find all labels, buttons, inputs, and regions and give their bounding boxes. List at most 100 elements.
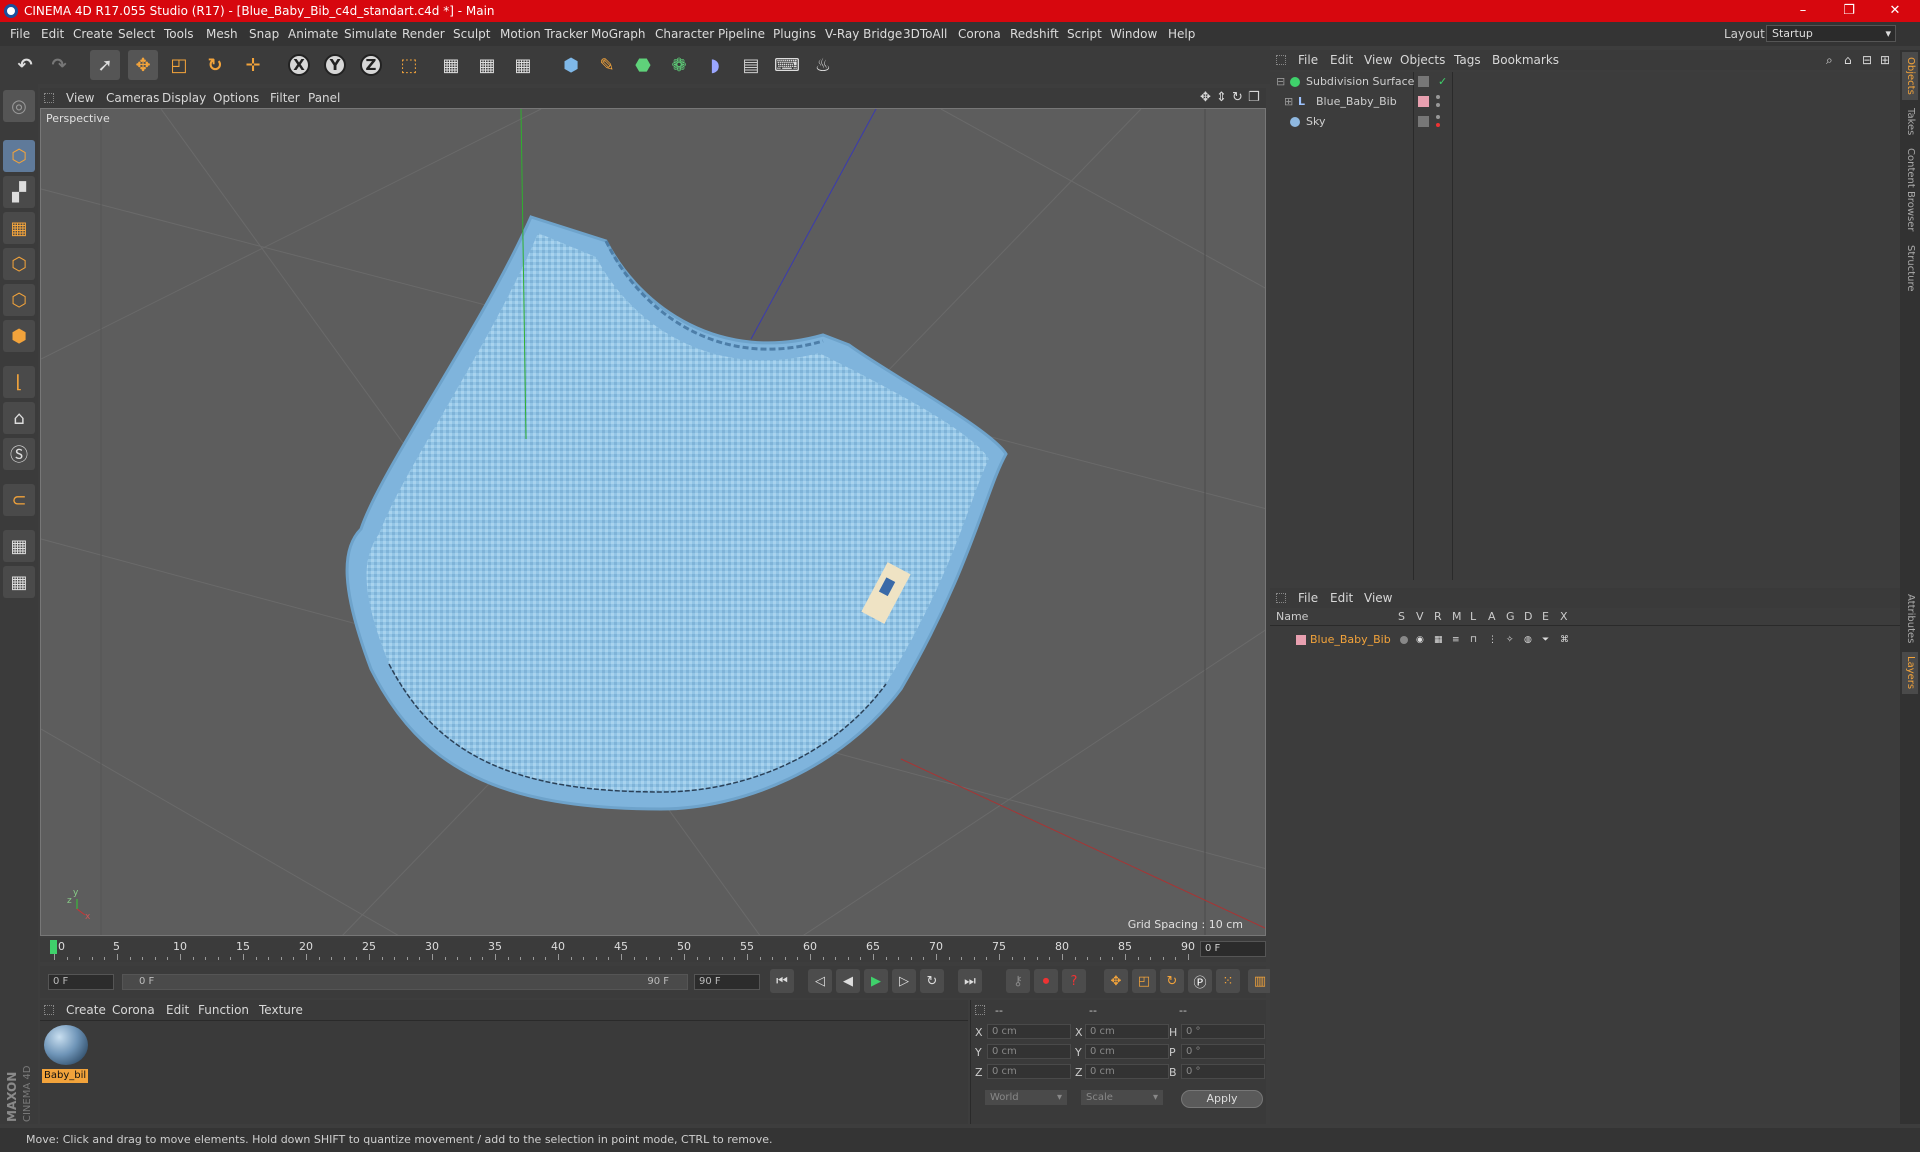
solo-toggle-icon[interactable] <box>1400 636 1408 644</box>
tab-objects[interactable]: Objects <box>1902 52 1918 100</box>
viewport-menu-options[interactable]: Options <box>213 88 259 108</box>
add-array-button[interactable]: ❁ <box>664 50 694 80</box>
expressions-toggle-icon[interactable]: ⏷ <box>1542 632 1549 648</box>
menu-select[interactable]: Select <box>118 22 155 46</box>
end-frame-field[interactable]: 90 F <box>694 974 760 990</box>
render-visibility-dot[interactable] <box>1436 103 1440 107</box>
add-camera-button[interactable]: ⌨ <box>772 50 802 80</box>
material-menu-texture[interactable]: Texture <box>259 1000 303 1020</box>
key-rotation-button[interactable]: ↻ <box>1160 969 1184 993</box>
object-row-subdivision-surface[interactable]: ⊟ Subdivision Surface ✓ <box>1270 72 1900 92</box>
points-mode-button[interactable]: ⬡ <box>3 248 35 280</box>
menu-3dtoall[interactable]: 3DToAll <box>903 22 947 46</box>
perspective-viewport[interactable]: z y x Perspective Grid Spacing : 10 cm <box>40 108 1266 936</box>
object-row-sky[interactable]: Sky <box>1270 112 1900 132</box>
current-frame-field[interactable]: 0 F <box>1200 941 1266 957</box>
render-visibility-dot[interactable] <box>1436 123 1440 127</box>
rotation-b-field[interactable]: 0 ° <box>1181 1064 1265 1079</box>
frame-range-slider[interactable]: 0 F 90 F <box>122 974 688 990</box>
menu-plugins[interactable]: Plugins <box>773 22 816 46</box>
menu-mograph[interactable]: MoGraph <box>591 22 646 46</box>
menu-pipeline[interactable]: Pipeline <box>718 22 765 46</box>
tab-content-browser[interactable]: Content Browser <box>1902 144 1918 236</box>
playhead[interactable] <box>50 940 57 954</box>
render-view-button[interactable]: ▦ <box>436 50 466 80</box>
add-spline-button[interactable]: ✎ <box>592 50 622 80</box>
model-mode-button[interactable]: ⬡ <box>3 140 35 172</box>
viewport-rotate-icon[interactable]: ↻ <box>1232 88 1243 108</box>
timeline-window-button[interactable]: ▥ <box>1248 969 1272 993</box>
magnet-button[interactable]: ⊂ <box>3 484 35 516</box>
layer-swatch[interactable] <box>1418 116 1429 127</box>
material-menu-create[interactable]: Create <box>66 1000 106 1020</box>
minimize-button[interactable]: – <box>1780 0 1826 22</box>
viewport-menu-panel[interactable]: Panel <box>308 88 340 108</box>
next-frame-button[interactable]: ▷ <box>892 969 916 993</box>
menu-character[interactable]: Character <box>655 22 714 46</box>
layer-color-swatch[interactable] <box>1418 96 1429 107</box>
prev-key-button[interactable]: ◁ <box>808 969 832 993</box>
scale-tool-button[interactable]: ◰ <box>164 50 194 80</box>
viewport-pan-icon[interactable]: ✥ <box>1200 88 1211 108</box>
viewport-menu-filter[interactable]: Filter <box>270 88 300 108</box>
render-settings-button[interactable]: ▦ <box>508 50 538 80</box>
viewport-zoom-icon[interactable]: ⇕ <box>1216 88 1227 108</box>
select-tool-button[interactable]: ➚ <box>90 50 120 80</box>
make-editable-button[interactable]: ◎ <box>3 90 35 122</box>
menu-help[interactable]: Help <box>1168 22 1195 46</box>
material-menu-corona[interactable]: Corona <box>112 1000 155 1020</box>
search-icon[interactable]: ⌕ <box>1826 50 1833 70</box>
apply-button[interactable]: Apply <box>1181 1090 1263 1108</box>
edges-mode-button[interactable]: ⬡ <box>3 284 35 316</box>
editor-visibility-dot[interactable] <box>1436 95 1440 99</box>
add-deformer-button[interactable]: ◗ <box>700 50 730 80</box>
menu-animate[interactable]: Animate <box>288 22 338 46</box>
timeline-ruler[interactable]: 0 5 10 15 20 25 30 35 40 45 50 55 60 65 … <box>40 938 1266 962</box>
close-button[interactable]: ✕ <box>1872 0 1918 22</box>
rotation-p-field[interactable]: 0 ° <box>1181 1044 1265 1059</box>
position-x-field[interactable]: 0 cm <box>987 1024 1071 1039</box>
goto-start-button[interactable]: ⏮ <box>770 969 794 993</box>
maximize-button[interactable]: ❐ <box>1826 0 1872 22</box>
tab-attributes[interactable]: Attributes <box>1902 590 1918 648</box>
menu-simulate[interactable]: Simulate <box>344 22 397 46</box>
live-select-button[interactable]: ✛ <box>238 50 268 80</box>
menu-tools[interactable]: Tools <box>164 22 194 46</box>
snap-button[interactable]: Ⓢ <box>3 438 35 470</box>
add-cube-button[interactable]: ⬢ <box>556 50 586 80</box>
size-z-field[interactable]: 0 cm <box>1085 1064 1169 1079</box>
size-y-field[interactable]: 0 cm <box>1085 1044 1169 1059</box>
generators-toggle-icon[interactable]: ✧ <box>1506 632 1514 648</box>
coordinate-space-select[interactable]: World ▾ <box>985 1090 1067 1105</box>
add-nurbs-button[interactable]: ⬣ <box>628 50 658 80</box>
layer-menu-edit[interactable]: Edit <box>1330 588 1353 608</box>
manager-toggle-icon[interactable]: ≡ <box>1452 632 1460 648</box>
x-axis-button[interactable]: X <box>284 50 314 80</box>
polygons-mode-button[interactable]: ⬢ <box>3 320 35 352</box>
viewport-menu-cameras[interactable]: Cameras <box>106 88 159 108</box>
layer-swatch[interactable] <box>1418 76 1429 87</box>
menu-mesh[interactable]: Mesh <box>206 22 238 46</box>
menu-snap[interactable]: Snap <box>249 22 279 46</box>
layer-menu-file[interactable]: File <box>1298 588 1318 608</box>
menu-sculpt[interactable]: Sculpt <box>453 22 490 46</box>
material-menu-function[interactable]: Function <box>198 1000 249 1020</box>
lock-workplane-button[interactable]: ▦ <box>3 530 35 562</box>
next-key-button[interactable]: ↻ <box>920 969 944 993</box>
layer-color-swatch[interactable] <box>1296 635 1306 645</box>
workplane-button[interactable]: ▦ <box>3 566 35 598</box>
key-scale-button[interactable]: ◰ <box>1132 969 1156 993</box>
prev-frame-button[interactable]: ◀ <box>836 969 860 993</box>
add-floor-button[interactable]: ▤ <box>736 50 766 80</box>
undo-button[interactable]: ↶ <box>10 50 40 80</box>
menu-edit[interactable]: Edit <box>41 22 64 46</box>
object-menu-file[interactable]: File <box>1298 50 1318 70</box>
menu-file[interactable]: File <box>10 22 30 46</box>
goto-end-button[interactable]: ⏭ <box>958 969 982 993</box>
enabled-check-icon[interactable]: ✓ <box>1438 72 1447 92</box>
menu-redshift[interactable]: Redshift <box>1010 22 1059 46</box>
menu-render[interactable]: Render <box>402 22 445 46</box>
object-menu-view[interactable]: View <box>1364 50 1392 70</box>
viewport-menu-display[interactable]: Display <box>162 88 206 108</box>
viewport-maximize-icon[interactable]: ❐ <box>1248 88 1260 108</box>
